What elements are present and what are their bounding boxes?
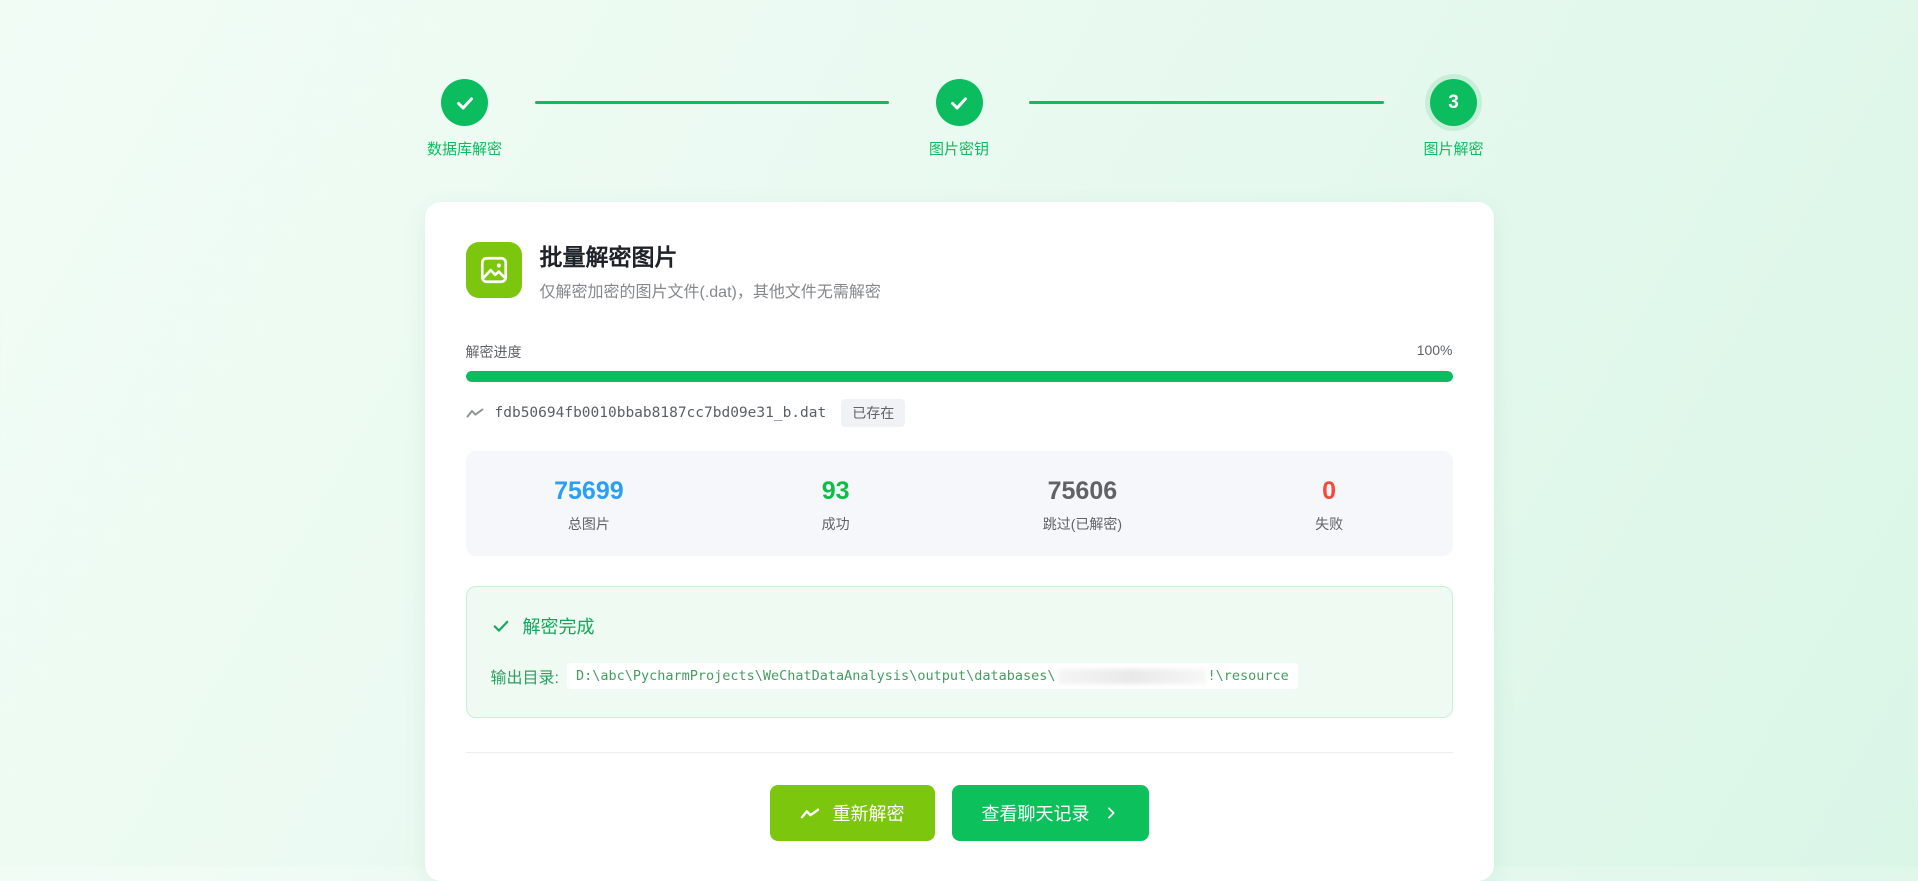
stepper-connector — [535, 101, 890, 104]
stepper: 数据库解密 图片密钥 3 图片解密 — [425, 0, 1494, 159]
stat-success: 93 成功 — [712, 477, 959, 534]
stat-failed: 0 失败 — [1206, 477, 1453, 534]
stats-panel: 75699 总图片 93 成功 75606 跳过(已解密) 0 失败 — [466, 451, 1453, 556]
progress-row: 解密进度 100% — [466, 342, 1453, 362]
stat-total: 75699 总图片 — [466, 477, 713, 534]
chevron-right-icon — [1103, 805, 1119, 821]
current-file-row: fdb50694fb0010bbab8187cc7bd09e31_b.dat 已… — [466, 399, 1453, 427]
card-subtitle: 仅解密加密的图片文件(.dat)，其他文件无需解密 — [540, 278, 881, 302]
file-status-badge: 已存在 — [841, 399, 905, 427]
step-3-circle: 3 — [1430, 79, 1477, 126]
card-header-text: 批量解密图片 仅解密加密的图片文件(.dat)，其他文件无需解密 — [540, 238, 881, 302]
result-title: 解密完成 — [523, 613, 595, 639]
stat-skipped-value: 75606 — [959, 477, 1206, 506]
actions: 重新解密 查看聊天记录 — [466, 785, 1453, 841]
current-file-name: fdb50694fb0010bbab8187cc7bd09e31_b.dat — [495, 405, 827, 421]
step-1-circle — [441, 79, 488, 126]
step-2-label: 图片密钥 — [929, 138, 989, 159]
stat-skipped-label: 跳过(已解密) — [959, 514, 1206, 534]
redo-decrypt-button[interactable]: 重新解密 — [770, 785, 935, 841]
step-database-decrypt: 数据库解密 — [425, 79, 505, 159]
redo-decrypt-label: 重新解密 — [833, 800, 905, 826]
step-1-label: 数据库解密 — [427, 138, 502, 159]
view-chat-button[interactable]: 查看聊天记录 — [952, 785, 1149, 841]
result-head: 解密完成 — [491, 613, 1428, 639]
progress-percent: 100% — [1417, 342, 1453, 362]
stat-failed-value: 0 — [1206, 477, 1453, 506]
stat-total-value: 75699 — [466, 477, 713, 506]
progress-section: 解密进度 100% — [466, 342, 1453, 382]
stepper-connector — [1029, 101, 1384, 104]
card-header: 批量解密图片 仅解密加密的图片文件(.dat)，其他文件无需解密 — [466, 238, 1453, 302]
redacted-segment — [1058, 669, 1206, 684]
step-3-label: 图片解密 — [1423, 138, 1483, 159]
step-image-decrypt: 3 图片解密 — [1414, 79, 1494, 159]
wave-icon — [466, 406, 484, 420]
check-icon — [491, 616, 511, 636]
check-icon — [948, 92, 970, 114]
divider — [466, 752, 1453, 753]
output-path: D:\abc\PycharmProjects\WeChatDataAnalysi… — [567, 663, 1298, 689]
progress-bar — [466, 371, 1453, 382]
stat-total-label: 总图片 — [466, 514, 713, 534]
page: 数据库解密 图片密钥 3 图片解密 — [425, 0, 1494, 881]
image-icon — [466, 242, 522, 298]
card-title: 批量解密图片 — [540, 238, 881, 272]
stat-success-label: 成功 — [712, 514, 959, 534]
step-2-circle — [936, 79, 983, 126]
stat-failed-label: 失败 — [1206, 514, 1453, 534]
wave-icon — [800, 806, 820, 821]
stat-skipped: 75606 跳过(已解密) — [959, 477, 1206, 534]
output-dir-label: 输出目录: — [491, 664, 559, 688]
output-path-suffix: !\resource — [1208, 668, 1289, 684]
decrypt-card: 批量解密图片 仅解密加密的图片文件(.dat)，其他文件无需解密 解密进度 10… — [425, 202, 1494, 881]
check-icon — [454, 92, 476, 114]
progress-label: 解密进度 — [466, 342, 522, 362]
step-image-key: 图片密钥 — [919, 79, 999, 159]
result-output-row: 输出目录: D:\abc\PycharmProjects\WeChatDataA… — [491, 663, 1428, 689]
stat-success-value: 93 — [712, 477, 959, 506]
result-box: 解密完成 输出目录: D:\abc\PycharmProjects\WeChat… — [466, 586, 1453, 718]
output-path-prefix: D:\abc\PycharmProjects\WeChatDataAnalysi… — [576, 668, 1056, 684]
progress-fill — [466, 371, 1453, 382]
view-chat-label: 查看聊天记录 — [982, 800, 1090, 826]
